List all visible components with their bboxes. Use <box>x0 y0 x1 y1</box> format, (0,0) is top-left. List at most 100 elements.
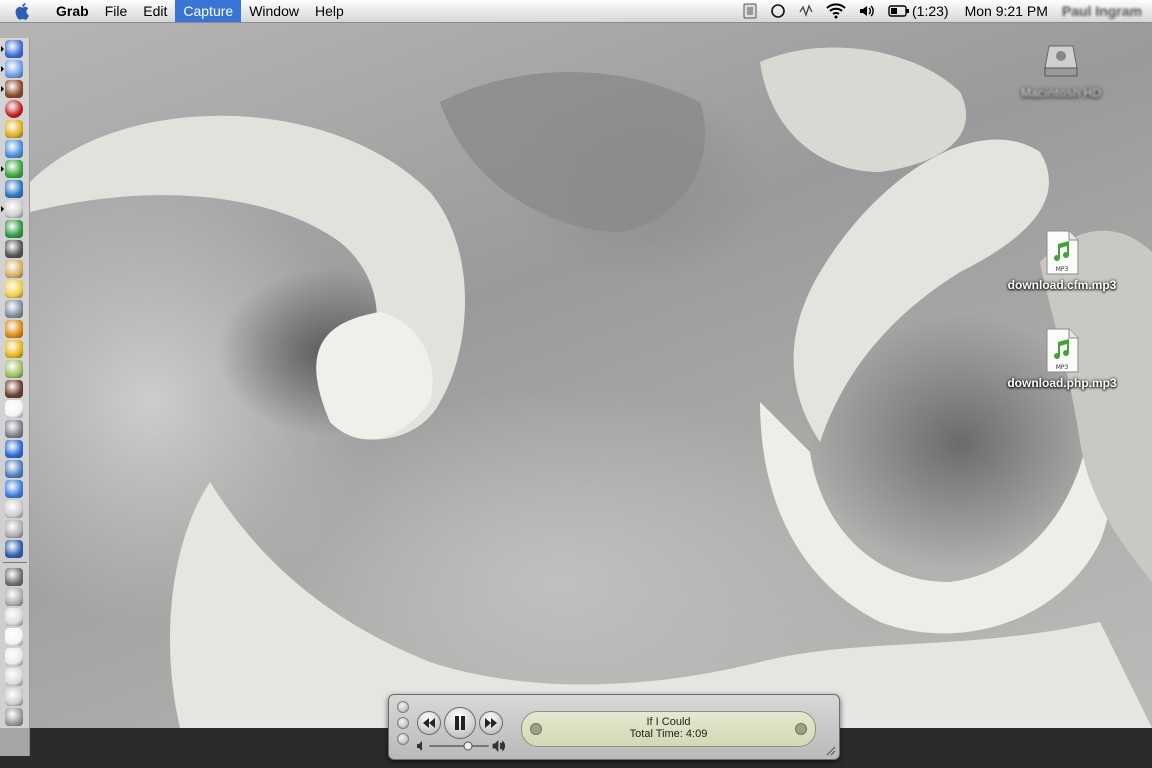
dock-item[interactable] <box>5 440 25 458</box>
mail-icon <box>5 200 23 218</box>
close-button[interactable] <box>397 701 409 713</box>
dock-item[interactable] <box>5 220 25 238</box>
menu-capture[interactable]: Capture <box>175 0 242 22</box>
sync-icon <box>5 420 23 438</box>
dock-item[interactable] <box>1 80 25 98</box>
dock-item[interactable] <box>5 460 25 478</box>
volume-icon[interactable] <box>858 0 876 22</box>
minimize-button[interactable] <box>397 717 409 729</box>
dock-item[interactable] <box>5 480 25 498</box>
dock-item[interactable] <box>5 648 25 666</box>
running-indicator <box>1 206 4 212</box>
dock-item[interactable] <box>5 500 25 518</box>
running-indicator <box>1 166 4 172</box>
running-indicator <box>1 86 4 92</box>
menu-file[interactable]: File <box>97 0 136 22</box>
dock-item[interactable] <box>5 120 25 138</box>
ical-icon <box>5 480 23 498</box>
sync-circle-icon[interactable] <box>770 0 786 22</box>
magnifier-icon <box>5 120 23 138</box>
itunes-mini-player[interactable]: If I Could Total Time: 4:09 <box>388 694 840 760</box>
menu-help[interactable]: Help <box>307 0 352 22</box>
play-pause-button[interactable] <box>444 707 476 739</box>
apple-menu-icon[interactable] <box>8 0 38 22</box>
volume-slider[interactable] <box>417 739 507 753</box>
desktop-file-item[interactable]: MP3 download.php.mp3 <box>997 328 1127 390</box>
menu-window[interactable]: Window <box>241 0 307 22</box>
dock-item[interactable] <box>1 200 25 218</box>
fast-forward-icon <box>485 718 497 728</box>
file-label: download.php.mp3 <box>1007 376 1117 390</box>
desktop-drive-item[interactable]: Macintosh HD <box>996 38 1126 100</box>
dock-item[interactable] <box>5 320 25 338</box>
dock-item[interactable] <box>1 60 25 78</box>
user-name[interactable]: Paul Ingram <box>1062 0 1142 22</box>
dock-item[interactable] <box>5 380 25 398</box>
track-title: If I Could <box>646 716 691 728</box>
dock-item[interactable] <box>5 628 25 646</box>
dock-item[interactable] <box>5 400 25 418</box>
menu-app-grab[interactable]: Grab <box>48 0 97 22</box>
dock-item[interactable] <box>5 520 25 538</box>
desktop[interactable]: Macintosh HD MP3 download.cfm.mp3 MP3 do… <box>0 22 1152 728</box>
iphoto-icon <box>5 500 23 518</box>
next-track-button[interactable] <box>479 711 503 735</box>
dock-item[interactable] <box>5 588 25 606</box>
dock-item[interactable] <box>5 708 25 726</box>
menu-clock[interactable]: Mon 9:21 PM <box>965 0 1048 22</box>
dock-separator <box>3 562 27 563</box>
dock-item[interactable] <box>5 608 25 626</box>
book-icon <box>5 568 23 586</box>
svg-text:MP3: MP3 <box>1056 364 1069 371</box>
track-display[interactable]: If I Could Total Time: 4:09 <box>521 711 816 747</box>
sunflower-icon <box>5 340 23 358</box>
zoom-button[interactable] <box>397 733 409 745</box>
photo-icon <box>5 380 23 398</box>
rewind-icon <box>423 718 435 728</box>
dock-item[interactable] <box>5 280 25 298</box>
dock-item[interactable] <box>5 300 25 318</box>
gears-icon <box>5 300 23 318</box>
previous-track-button[interactable] <box>417 711 441 735</box>
dock-item[interactable] <box>5 240 25 258</box>
battery-status[interactable]: (1:23) <box>888 0 949 22</box>
itunes-library-icon <box>5 80 23 98</box>
script-menu-icon[interactable] <box>742 0 758 22</box>
display-toggle-button[interactable] <box>530 723 542 735</box>
finder-icon <box>5 40 23 58</box>
dock-item[interactable] <box>1 160 25 178</box>
running-indicator <box>1 46 4 52</box>
dock-item[interactable] <box>1 40 25 58</box>
bluetooth-icon[interactable] <box>798 0 814 22</box>
menu-bar: Grab File Edit Capture Window Help (1:23… <box>0 0 1152 23</box>
network-icon <box>5 180 23 198</box>
dock-item[interactable] <box>5 100 25 118</box>
trash-icon <box>5 708 23 726</box>
dock-item[interactable] <box>5 180 25 198</box>
dock-item[interactable] <box>5 568 25 586</box>
dock-item[interactable] <box>5 360 25 378</box>
notes-icon <box>5 260 23 278</box>
snapback-button[interactable] <box>795 723 807 735</box>
dock-item[interactable] <box>5 340 25 358</box>
dock-item[interactable] <box>5 260 25 278</box>
dock-item[interactable] <box>5 668 25 686</box>
menu-edit[interactable]: Edit <box>135 0 175 22</box>
record-icon <box>5 100 23 118</box>
dock-item[interactable] <box>5 420 25 438</box>
dock-item[interactable] <box>5 540 25 558</box>
desktop-file-item[interactable]: MP3 download.cfm.mp3 <box>997 230 1127 292</box>
wifi-icon[interactable] <box>826 0 846 22</box>
volume-high-icon <box>492 740 506 752</box>
dock-item[interactable] <box>5 688 25 706</box>
quicktime-icon <box>5 440 23 458</box>
battery-icon <box>888 5 910 17</box>
desktop-wallpaper <box>30 47 1152 728</box>
document-icon-2 <box>5 648 23 666</box>
mp3-file-icon: MP3 <box>1044 328 1080 374</box>
warning-icon <box>5 320 23 338</box>
pause-icon <box>455 716 465 730</box>
resize-handle-icon[interactable] <box>826 746 836 756</box>
dock-item[interactable] <box>5 140 25 158</box>
mp3-file-icon: MP3 <box>1044 230 1080 276</box>
